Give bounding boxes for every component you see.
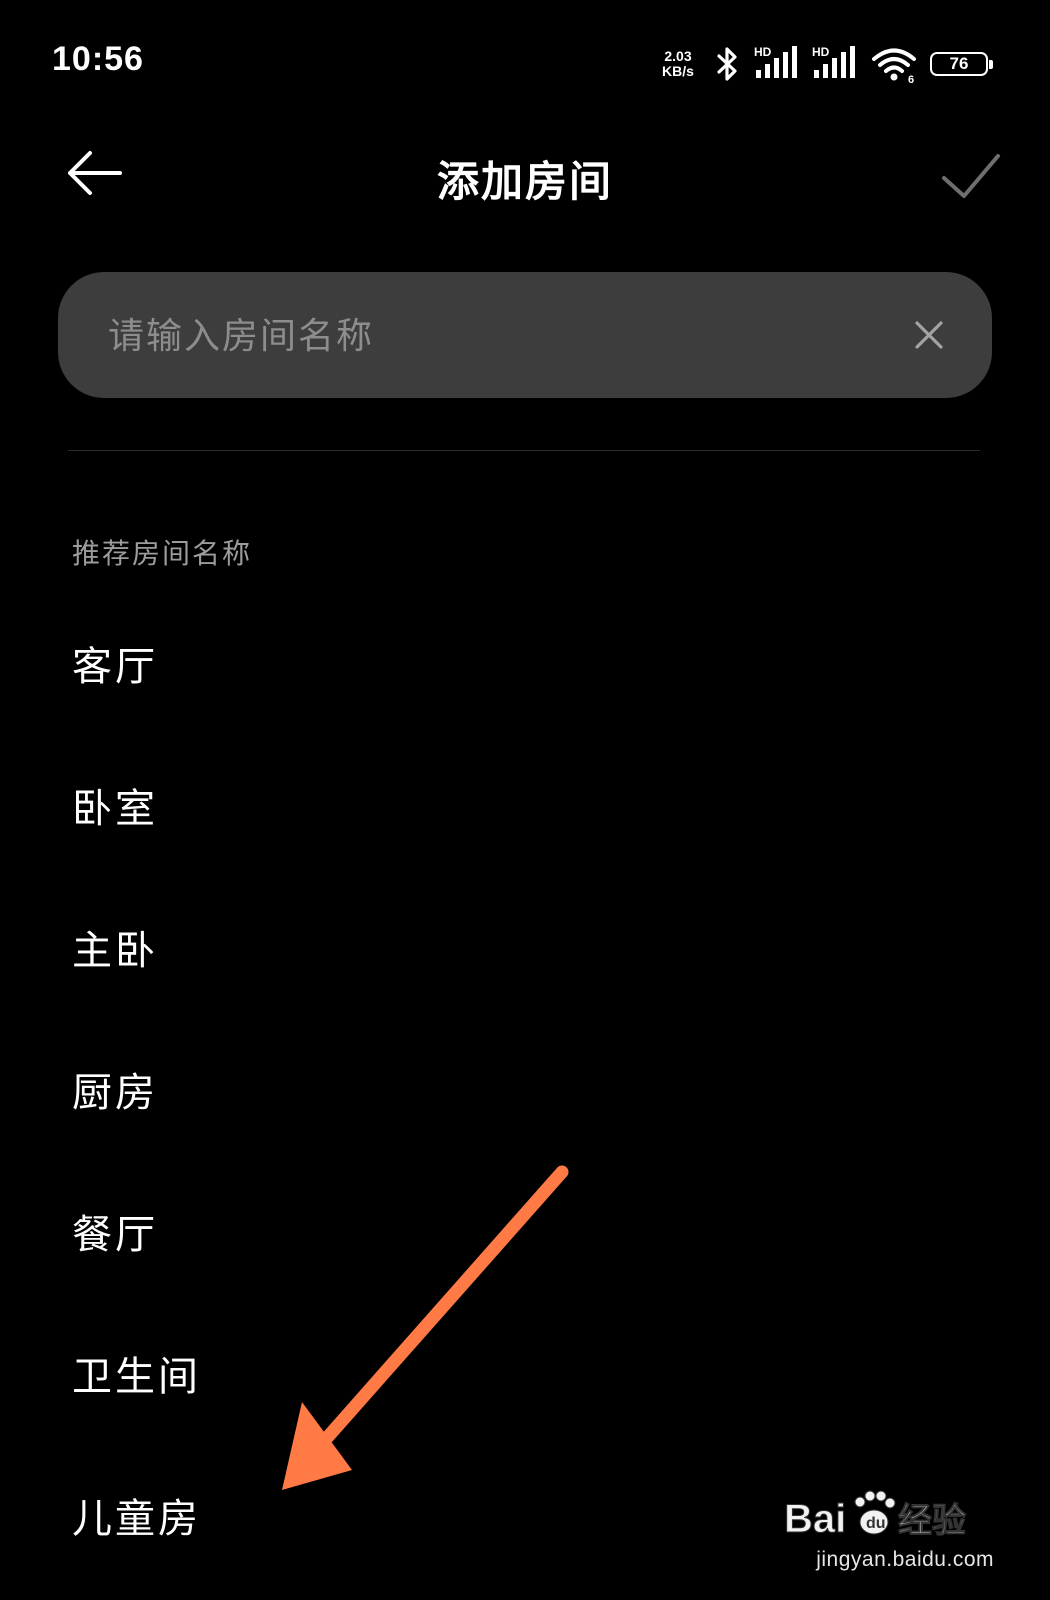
- status-icons: 2.03 KB/s HD HD 6 76: [656, 44, 993, 84]
- room-name-input[interactable]: [106, 272, 870, 400]
- wifi-icon: 6: [872, 48, 916, 84]
- suggested-room-item[interactable]: 客厅: [0, 592, 1050, 734]
- suggested-room-item[interactable]: 厨房: [0, 1018, 1050, 1160]
- suggested-room-item[interactable]: 主卧: [0, 876, 1050, 1018]
- baidu-watermark: Bai du 经验 jingyan.baidu.com: [784, 1486, 994, 1571]
- svg-text:du: du: [866, 1515, 886, 1532]
- hd-label-2: HD: [812, 45, 830, 59]
- network-speed-value: 2.03: [664, 48, 692, 64]
- suggested-rooms-list: 客厅 卧室 主卧 厨房 餐厅 卫生间 儿童房: [0, 592, 1050, 1586]
- suggested-room-item[interactable]: 餐厅: [0, 1160, 1050, 1302]
- wifi-badge: 6: [908, 74, 914, 84]
- hd-label-1: HD: [754, 45, 772, 59]
- suggested-room-item[interactable]: 卧室: [0, 734, 1050, 876]
- suggestions-label: 推荐房间名称: [72, 537, 253, 570]
- watermark-url: jingyan.baidu.com: [816, 1548, 994, 1571]
- battery-icon: 76: [930, 52, 993, 76]
- status-bar: 10:56 2.03 KB/s HD HD 6 76: [0, 0, 1050, 120]
- suggested-room-item[interactable]: 卫生间: [0, 1302, 1050, 1444]
- close-icon: [915, 321, 943, 349]
- status-time: 10:56: [52, 40, 144, 78]
- network-speed-unit: KB/s: [662, 63, 694, 79]
- page-title: 添加房间: [436, 157, 613, 206]
- svg-text:经验: 经验: [898, 1501, 966, 1541]
- clear-input-button[interactable]: [906, 312, 952, 358]
- divider: [68, 450, 980, 451]
- signal-icon: HD: [812, 45, 855, 78]
- network-speed: 2.03 KB/s: [656, 49, 700, 79]
- bluetooth-icon: [717, 47, 737, 81]
- confirm-button[interactable]: [938, 148, 1002, 204]
- svg-text:Bai: Bai: [784, 1497, 846, 1541]
- header: 添加房间: [0, 120, 1050, 230]
- signal-icon: HD: [754, 45, 797, 78]
- checkmark-icon: [942, 154, 1000, 198]
- room-name-field: [58, 272, 992, 400]
- baidu-logo: Bai du 经验: [784, 1490, 967, 1542]
- battery-level: 76: [949, 54, 969, 73]
